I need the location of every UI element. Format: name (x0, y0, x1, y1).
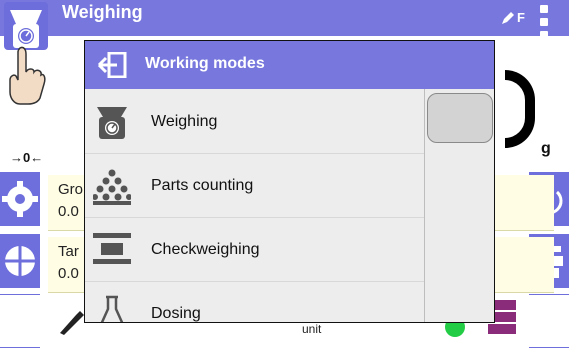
tare-value: 0.0 (58, 265, 79, 282)
status-text: F (517, 10, 525, 25)
mode-item-checkweighing[interactable]: Checkweighing (85, 217, 424, 282)
gear-icon (2, 181, 38, 217)
scale-icon (97, 107, 127, 139)
dosing-icon (100, 295, 124, 322)
gross-value: 0.0 (58, 203, 79, 220)
weight-display-digit (505, 70, 535, 148)
mode-item-weighing[interactable]: Weighing (85, 89, 424, 154)
tare-icon (5, 246, 35, 276)
tare-button[interactable] (0, 234, 40, 288)
settings-button[interactable] (0, 172, 40, 226)
working-modes-dialog: Working modes Weighing Parts counting Ch… (84, 40, 495, 323)
mode-item-dosing[interactable]: Dosing (85, 281, 424, 322)
working-mode-button[interactable] (4, 2, 48, 50)
mode-label-dosing: Dosing (151, 305, 201, 322)
gross-label: Gro (58, 181, 84, 198)
checkweighing-icon (93, 233, 131, 264)
scrollbar-thumb[interactable] (427, 93, 493, 143)
exit-door-icon[interactable] (97, 52, 127, 78)
vertical-dots-icon[interactable] (540, 5, 548, 43)
pointing-hand-icon (9, 46, 46, 105)
wrench-icon[interactable] (56, 305, 86, 337)
weighing-mode-icon (10, 10, 42, 48)
app-title: Weighing (62, 2, 143, 22)
mode-item-parts-counting[interactable]: Parts counting (85, 153, 424, 218)
mode-label-checkweighing: Checkweighing (151, 241, 260, 258)
pen-icon (502, 12, 514, 24)
modes-scrollbar[interactable] (424, 89, 494, 322)
parts-counting-icon (93, 169, 131, 205)
weight-unit: g (541, 140, 551, 157)
zero-indicator: →0← (10, 150, 44, 165)
dialog-header: Working modes (85, 41, 494, 89)
top-bar: Weighing F (0, 0, 569, 50)
svg-text:unit: unit (302, 322, 322, 336)
mode-label-parts-counting: Parts counting (151, 177, 254, 194)
dialog-title: Working modes (145, 55, 265, 72)
mode-label-weighing: Weighing (151, 113, 218, 130)
tare-label: Tar (58, 243, 79, 260)
modes-list: Weighing Parts counting Checkweighing Do… (85, 89, 424, 322)
